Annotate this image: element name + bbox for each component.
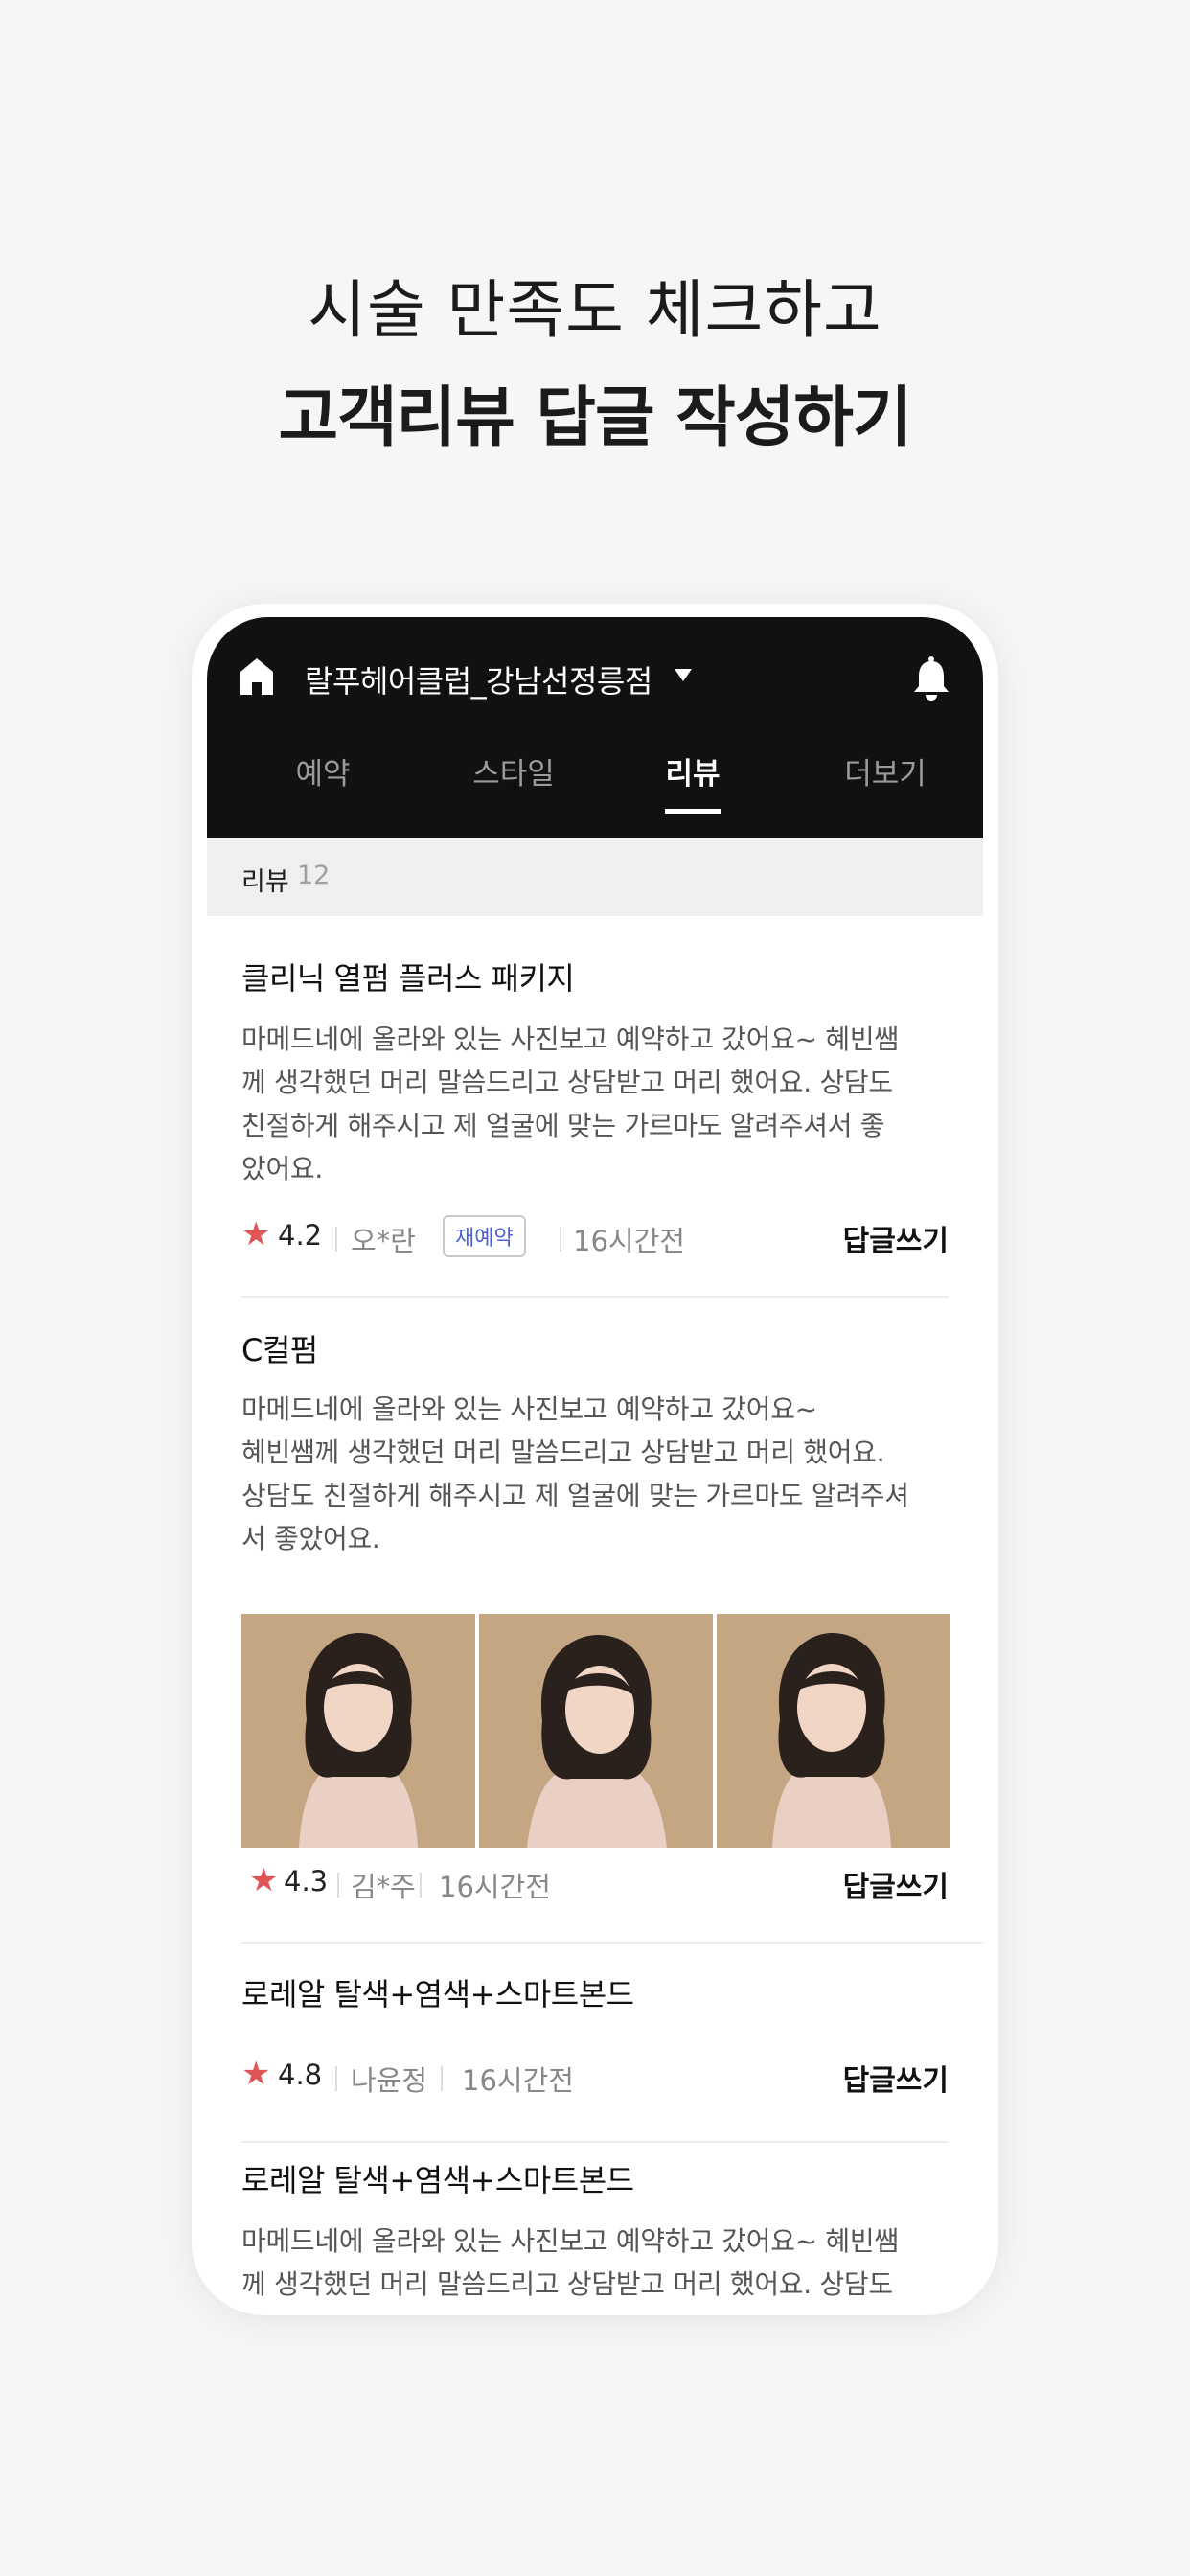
reply-button[interactable]: 답글쓰기 <box>843 1217 949 1259</box>
review-photo[interactable] <box>479 1614 713 1848</box>
reply-button[interactable]: 답글쓰기 <box>843 1863 949 1905</box>
app-bar: 랄푸헤어클럽_강남선정릉점 예약 스타일 리뷰 더보기 <box>207 617 983 838</box>
meta-separator <box>441 2066 443 2091</box>
review-rating: 4.8 <box>278 2058 323 2091</box>
review-divider <box>241 1942 983 1944</box>
review-title: 로레알 탈색+염색+스마트본드 <box>241 2162 634 2198</box>
review-title: 로레알 탈색+염색+스마트본드 <box>241 1976 634 2012</box>
meta-separator <box>335 1227 337 1252</box>
review-body-line: 마메드네에 올라와 있는 사진보고 예약하고 갔어요~ 혜빈쌤 <box>241 1024 899 1055</box>
caret-down-icon[interactable] <box>675 669 692 682</box>
review-time: 16시간전 <box>573 1225 685 1257</box>
star-icon: ★ <box>249 1861 279 1899</box>
review-rating: 4.3 <box>284 1865 329 1898</box>
reply-button[interactable]: 답글쓰기 <box>843 2057 949 2099</box>
review-body: 마메드네에 올라와 있는 사진보고 예약하고 갔어요~ 혜빈쌤 께 생각했던 머… <box>241 2220 950 2302</box>
review-body: 마메드네에 올라와 있는 사진보고 예약하고 갔어요~ 혜빈쌤께 생각했던 머리… <box>241 1388 950 1560</box>
review-time: 16시간전 <box>439 1871 551 1903</box>
tab-bar: 예약 스타일 리뷰 더보기 <box>207 749 983 838</box>
review-body-line: 마메드네에 올라와 있는 사진보고 예약하고 갔어요~ <box>241 1393 817 1425</box>
meta-separator <box>335 2066 337 2091</box>
review-body-line: 께 생각했던 머리 말씀드리고 상담받고 머리 했어요. 상담도 <box>241 2268 893 2300</box>
review-body-line: 께 생각했던 머리 말씀드리고 상담받고 머리 했어요. 상담도 <box>241 1067 893 1098</box>
review-body: 마메드네에 올라와 있는 사진보고 예약하고 갔어요~ 혜빈쌤 께 생각했던 머… <box>241 1018 950 1190</box>
review-author: 나윤정 <box>351 2064 428 2097</box>
tab-more[interactable]: 더보기 <box>809 749 962 793</box>
shop-name[interactable]: 랄푸헤어클럽_강남선정릉점 <box>305 657 652 702</box>
review-photo[interactable] <box>717 1614 950 1848</box>
review-body-line: 마메드네에 올라와 있는 사진보고 예약하고 갔어요~ 혜빈쌤 <box>241 2225 899 2257</box>
headline-line-2: 고객리뷰 답글 작성하기 <box>278 380 913 456</box>
star-icon: ★ <box>241 1215 271 1254</box>
review-body-line: 서 좋았어요. <box>241 1523 380 1554</box>
tab-style[interactable]: 스타일 <box>437 749 590 793</box>
phone-frame: 랄푸헤어클럽_강남선정릉점 예약 스타일 리뷰 더보기 리뷰 12 클리닉 열펌… <box>192 604 998 2315</box>
review-divider <box>241 1296 949 1298</box>
review-title: C컬펌 <box>241 1332 318 1368</box>
review-meta: ★ 4.8 나윤정 16시간전 <box>241 2055 586 2097</box>
review-count: 12 <box>297 861 331 890</box>
meta-separator <box>337 1873 339 1898</box>
tab-review[interactable]: 리뷰 <box>616 749 769 793</box>
bell-icon[interactable] <box>912 656 950 702</box>
active-tab-indicator <box>665 809 721 814</box>
review-time: 16시간전 <box>462 2064 574 2097</box>
review-photo[interactable] <box>241 1614 475 1848</box>
review-title: 클리닉 열펌 플러스 패키지 <box>241 960 575 997</box>
review-author: 김*주 <box>351 1871 416 1903</box>
review-body-line: 혜빈쌤께 생각했던 머리 말씀드리고 상담받고 머리 했어요. <box>241 1437 885 1468</box>
meta-separator <box>420 1873 422 1898</box>
review-count-label: 리뷰 <box>241 867 289 897</box>
review-rating: 4.2 <box>278 1219 323 1252</box>
home-icon[interactable] <box>238 656 276 698</box>
phone-screen: 랄푸헤어클럽_강남선정릉점 예약 스타일 리뷰 더보기 리뷰 12 클리닉 열펌… <box>207 617 983 2302</box>
tab-reservation[interactable]: 예약 <box>246 749 400 793</box>
portrait-image <box>717 1614 950 1848</box>
rebooking-badge: 재예약 <box>443 1215 526 1257</box>
headline-line-1: 시술 만족도 체크하고 <box>308 273 882 347</box>
review-body-line: 친절하게 해주시고 제 얼굴에 맞는 가르마도 알려주셔서 좋 <box>241 1110 885 1141</box>
review-meta: ★ 4.2 오*란 재예약 16시간전 <box>241 1215 685 1257</box>
meta-separator <box>560 1227 561 1252</box>
portrait-image <box>479 1614 713 1848</box>
review-author: 오*란 <box>351 1225 416 1257</box>
review-meta: ★ 4.3 김*주 16시간전 <box>241 1861 551 1903</box>
review-body-line: 았어요. <box>241 1153 323 1184</box>
portrait-image <box>241 1614 475 1848</box>
review-count-header: 리뷰 12 <box>207 838 983 916</box>
star-icon: ★ <box>241 2055 271 2093</box>
review-body-line: 상담도 친절하게 해주시고 제 얼굴에 맞는 가르마도 알려주셔 <box>241 1480 909 1511</box>
review-divider <box>241 2141 949 2143</box>
